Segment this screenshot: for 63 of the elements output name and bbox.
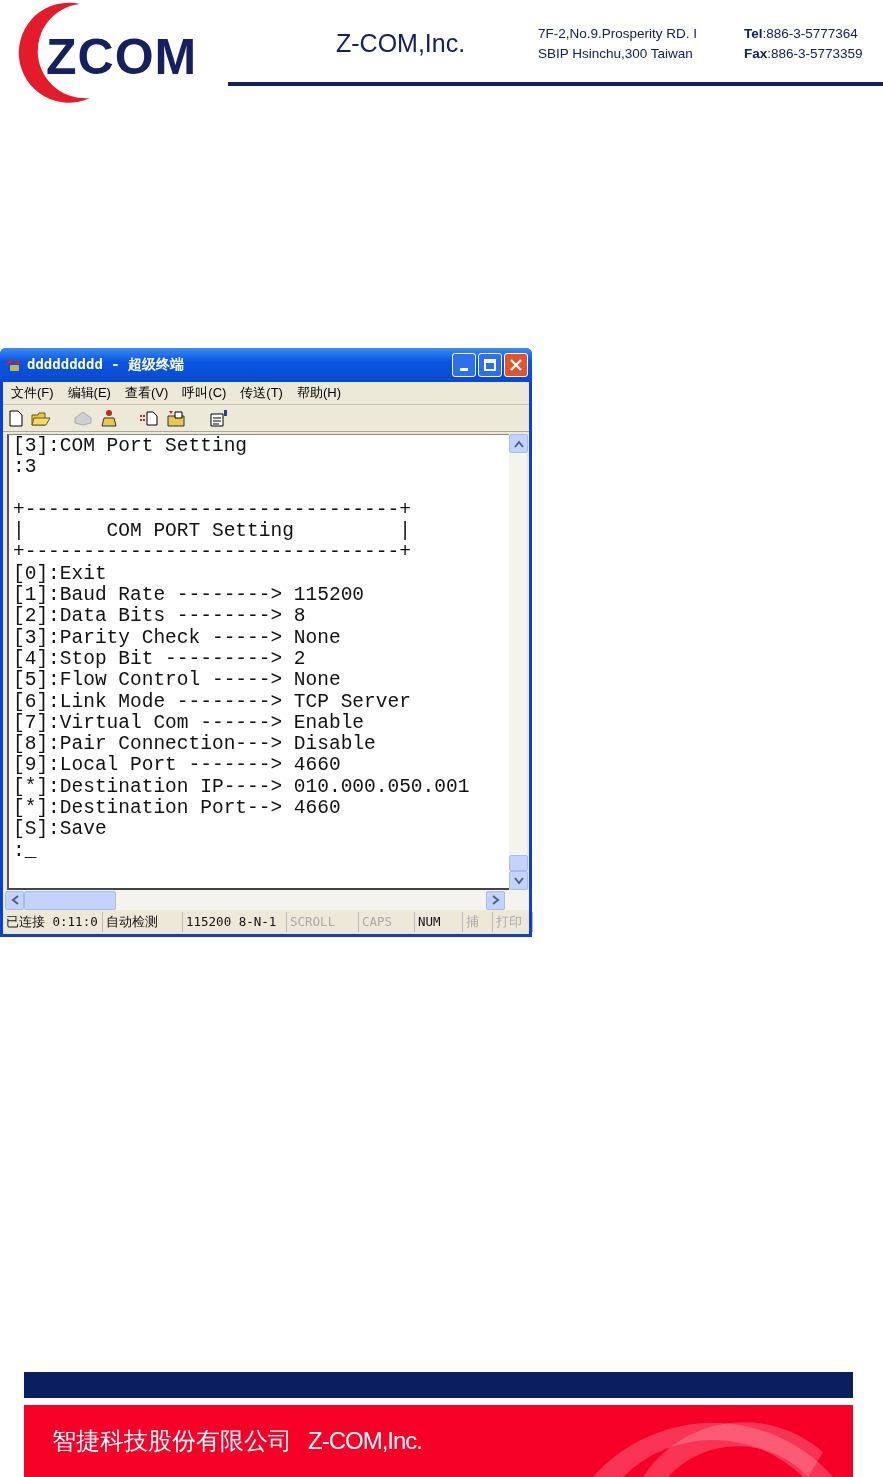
scroll-thumb[interactable]: [509, 855, 528, 871]
terminal-line: [0]:Exit: [13, 563, 108, 585]
send-file-icon[interactable]: [139, 410, 159, 426]
close-icon: [510, 359, 522, 371]
terminal-line: [2]:Data Bits --------> 8: [13, 606, 307, 628]
phone-icon: [4, 357, 22, 373]
terminal-line: [7]:Virtual Com ------> Enable: [13, 712, 366, 734]
status-field: 已连接 0:11:0: [3, 912, 103, 932]
scroll-left-button[interactable]: [5, 890, 24, 910]
minimize-icon: [460, 367, 468, 371]
terminal-line: [*]:Destination Port--> 4660: [13, 798, 342, 820]
window-title: ddddddddd - 超级终端: [27, 356, 185, 374]
status-field: 自动检测: [103, 912, 183, 932]
contact-line: Fax:886-3-5773359: [744, 45, 863, 61]
footer-company: 智捷科技股份有限公司: [52, 1426, 292, 1457]
menu-item[interactable]: 编辑(E): [67, 384, 111, 402]
terminal-line: [*]:Destination IP----> 010.000.050.001: [13, 776, 471, 798]
minimize-button[interactable]: [452, 353, 476, 377]
status-field: CAPS: [359, 912, 415, 932]
terminal-line: [5]:Flow Control -----> None: [13, 670, 342, 692]
folder-icon[interactable]: [31, 410, 51, 426]
maximize-icon: [484, 359, 496, 371]
scroll-thumb[interactable]: [24, 890, 116, 910]
status-field: 115200 8-N-1: [183, 912, 287, 932]
new-file-icon[interactable]: [9, 409, 23, 427]
terminal-line: [6]:Link Mode --------> TCP Server: [13, 691, 412, 713]
scroll-up-button[interactable]: [509, 434, 528, 453]
status-field: SCROLL: [287, 912, 359, 932]
terminal-line: +--------------------------------+: [13, 542, 412, 564]
menu-item[interactable]: 呼叫(C): [182, 384, 227, 402]
properties-icon[interactable]: [209, 409, 229, 427]
terminal-line: [3]:Parity Check -----> None: [13, 627, 342, 649]
scroll-right-button[interactable]: [486, 890, 505, 910]
vertical-scrollbar[interactable]: [509, 434, 527, 890]
contact-line: Tel:886-3-5777364: [744, 25, 859, 41]
address-line: SBIP Hsinchu,300 Taiwan: [538, 45, 694, 61]
terminal-line: | COM PORT Setting |: [13, 521, 412, 543]
menu-item[interactable]: 帮助(H): [296, 384, 341, 402]
terminal-line: :_: [13, 840, 38, 862]
footer-company: Z-COM,Inc.: [308, 1427, 422, 1455]
terminal-line: [8]:Pair Connection---> Disable: [13, 734, 377, 756]
menu-item[interactable]: 查看(V): [124, 384, 169, 402]
menu-item[interactable]: 传送(T): [240, 384, 283, 402]
logo-text: ZCOM: [46, 28, 198, 86]
terminal-line: [9]:Local Port -------> 4660: [13, 755, 342, 777]
horizontal-scrollbar[interactable]: [3, 890, 529, 910]
folder-icon[interactable]: [167, 409, 187, 427]
terminal-line: [4]:Stop Bit ---------> 2: [13, 648, 307, 670]
status-field: 打印: [493, 912, 533, 932]
terminal-line: :3: [13, 457, 38, 479]
terminal-line: [3]:COM Port Setting: [13, 436, 249, 458]
phone-icon[interactable]: [101, 409, 117, 427]
menu-item[interactable]: 文件(F): [11, 384, 54, 402]
maximize-button[interactable]: [478, 353, 502, 377]
close-button[interactable]: [504, 353, 528, 377]
status-field: 捕: [463, 912, 493, 932]
terminal-line: [1]:Baud Rate --------> 115200: [13, 585, 366, 607]
terminal-line: +--------------------------------+: [13, 499, 412, 521]
company-name: Z-COM,Inc.: [336, 28, 467, 58]
address-line: 7F-2,No.9.Prosperity RD. I: [538, 25, 699, 41]
scroll-down-button[interactable]: [509, 871, 528, 890]
terminal-line: [S]:Save: [13, 819, 108, 841]
status-field: NUM: [415, 912, 463, 932]
